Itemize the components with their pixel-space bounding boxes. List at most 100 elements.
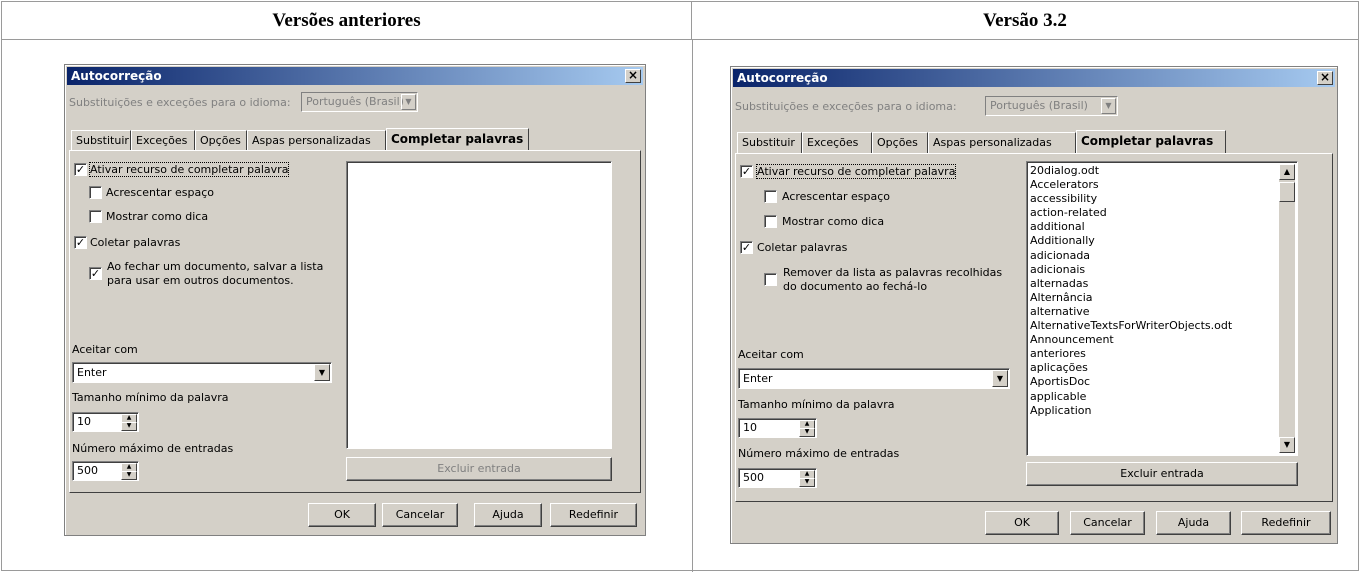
max-entries-stepper[interactable]: 500 ▲ ▼ xyxy=(72,461,139,481)
help-button[interactable]: Ajuda xyxy=(474,503,542,527)
tab-substituir[interactable]: Substituir xyxy=(71,130,131,151)
list-item[interactable]: Alternância xyxy=(1027,291,1297,305)
title-bar: Autocorreção × xyxy=(67,67,643,85)
cancel-button[interactable]: Cancelar xyxy=(1070,511,1145,535)
show-tip-checkbox[interactable] xyxy=(764,215,777,228)
remove-words-checkbox[interactable] xyxy=(764,273,777,286)
list-item[interactable]: accessibility xyxy=(1027,192,1297,206)
min-length-value: 10 xyxy=(743,421,757,434)
scroll-down-icon[interactable]: ▼ xyxy=(1279,437,1295,453)
tab-completar-palavras[interactable]: Completar palavras xyxy=(1076,130,1226,153)
save-list-label-line2: para usar em outros documentos. xyxy=(107,274,294,287)
tab-substituir[interactable]: Substituir xyxy=(737,132,802,153)
column-header-right: Versão 3.2 xyxy=(692,2,1358,40)
remove-words-label-line1: Remover da lista as palavras recolhidas xyxy=(783,266,1003,279)
chevron-down-icon: ▼ xyxy=(401,94,416,110)
help-button[interactable]: Ajuda xyxy=(1156,511,1231,535)
min-length-value: 10 xyxy=(77,415,91,428)
min-length-stepper[interactable]: 10 ▲ ▼ xyxy=(738,418,817,438)
add-space-label: Acrescentar espaço xyxy=(106,186,215,199)
list-item[interactable]: alternadas xyxy=(1027,277,1297,291)
spin-down-icon[interactable]: ▼ xyxy=(799,428,815,437)
max-entries-value: 500 xyxy=(743,471,764,484)
close-button[interactable]: × xyxy=(625,69,641,83)
title-bar: Autocorreção × xyxy=(733,69,1335,87)
spin-down-icon[interactable]: ▼ xyxy=(121,471,137,480)
word-list[interactable]: 20dialog.odt Accelerators accessibility act… xyxy=(1026,161,1298,456)
accept-label: Aceitar com xyxy=(738,348,804,361)
min-length-stepper[interactable]: 10 ▲ ▼ xyxy=(72,412,139,432)
list-item[interactable]: alternative xyxy=(1027,305,1297,319)
list-item[interactable]: 20dialog.odt xyxy=(1027,164,1297,178)
chevron-down-icon: ▼ xyxy=(992,370,1008,387)
list-item[interactable]: Application xyxy=(1027,404,1297,418)
language-select[interactable]: Português (Brasil) ▼ xyxy=(985,96,1118,116)
remove-words-label-line2: do documento ao fechá-lo xyxy=(783,280,928,293)
list-item[interactable]: adicionada xyxy=(1027,249,1297,263)
tab-excecoes[interactable]: Exceções xyxy=(802,132,872,153)
collect-label: Coletar palavras xyxy=(90,236,181,249)
scroll-thumb[interactable] xyxy=(1279,182,1295,202)
scroll-up-icon[interactable]: ▲ xyxy=(1279,164,1295,180)
collect-label: Coletar palavras xyxy=(757,241,848,254)
add-space-label: Acrescentar espaço xyxy=(782,190,891,203)
tab-completar-palavras[interactable]: Completar palavras xyxy=(386,128,529,151)
list-item[interactable]: Accelerators xyxy=(1027,178,1297,192)
word-list-scrollbar[interactable]: ▲ ▼ xyxy=(1279,164,1295,453)
list-item[interactable]: action-related xyxy=(1027,206,1297,220)
list-item[interactable]: anteriores xyxy=(1027,347,1297,361)
language-label: Substituições e exceções para o idioma: xyxy=(69,96,291,109)
show-tip-checkbox[interactable] xyxy=(89,210,102,223)
max-entries-label: Número máximo de entradas xyxy=(738,447,900,460)
cancel-button[interactable]: Cancelar xyxy=(382,503,458,527)
chevron-down-icon: ▼ xyxy=(314,364,330,381)
list-item[interactable]: adicionais xyxy=(1027,263,1297,277)
tab-opcoes[interactable]: Opções xyxy=(195,130,247,151)
delete-entry-button[interactable]: Excluir entrada xyxy=(346,457,612,481)
tab-opcoes[interactable]: Opções xyxy=(872,132,928,153)
list-item[interactable]: AportisDoc xyxy=(1027,375,1297,389)
chevron-down-icon: ▼ xyxy=(1101,98,1116,114)
list-item[interactable]: aplicações xyxy=(1027,361,1297,375)
spin-down-icon[interactable]: ▼ xyxy=(121,422,137,431)
max-entries-label: Número máximo de entradas xyxy=(72,442,234,455)
close-button[interactable]: × xyxy=(1317,71,1333,85)
enable-checkbox[interactable]: ✓ xyxy=(740,165,753,178)
max-entries-stepper[interactable]: 500 ▲ ▼ xyxy=(738,468,817,488)
accept-select[interactable]: Enter ▼ xyxy=(72,362,332,383)
language-label: Substituições e exceções para o idioma: xyxy=(735,100,957,113)
ok-button[interactable]: OK xyxy=(985,511,1059,535)
add-space-checkbox[interactable] xyxy=(764,190,777,203)
enable-label: Ativar recurso de completar palavra xyxy=(755,164,957,179)
list-item[interactable]: Additionally xyxy=(1027,234,1297,248)
collect-checkbox[interactable]: ✓ xyxy=(740,241,753,254)
add-space-checkbox[interactable] xyxy=(89,186,102,199)
accept-label: Aceitar com xyxy=(72,343,138,356)
collect-checkbox[interactable]: ✓ xyxy=(74,236,87,249)
reset-button[interactable]: Redefinir xyxy=(1241,511,1331,535)
delete-entry-button[interactable]: Excluir entrada xyxy=(1026,462,1298,486)
dialog-title: Autocorreção xyxy=(71,69,162,83)
language-select[interactable]: Português (Brasil) ▼ xyxy=(301,92,418,112)
list-item[interactable]: additional xyxy=(1027,220,1297,234)
enable-checkbox[interactable]: ✓ xyxy=(74,163,87,176)
save-list-checkbox[interactable]: ✓ xyxy=(89,267,102,280)
tab-aspas[interactable]: Aspas personalizadas xyxy=(928,132,1076,153)
word-list[interactable] xyxy=(346,161,612,449)
list-item[interactable]: AlternativeTextsForWriterObjects.odt xyxy=(1027,319,1297,333)
tab-excecoes[interactable]: Exceções xyxy=(131,130,195,151)
max-entries-value: 500 xyxy=(77,464,98,477)
ok-button[interactable]: OK xyxy=(308,503,376,527)
min-length-label: Tamanho mínimo da palavra xyxy=(738,398,895,411)
list-item[interactable]: Announcement xyxy=(1027,333,1297,347)
save-list-label-line1: Ao fechar um documento, salvar a lista xyxy=(107,260,324,273)
accept-value: Enter xyxy=(743,372,773,385)
autocorrect-dialog-new: Autocorreção × Substituições e exceções … xyxy=(730,66,1338,544)
accept-select[interactable]: Enter ▼ xyxy=(738,368,1010,389)
spin-down-icon[interactable]: ▼ xyxy=(799,478,815,487)
show-tip-label: Mostrar como dica xyxy=(782,215,885,228)
list-item[interactable]: applicable xyxy=(1027,390,1297,404)
column-header-left: Versões anteriores xyxy=(2,2,692,40)
reset-button[interactable]: Redefinir xyxy=(550,503,637,527)
tab-aspas[interactable]: Aspas personalizadas xyxy=(247,130,386,151)
